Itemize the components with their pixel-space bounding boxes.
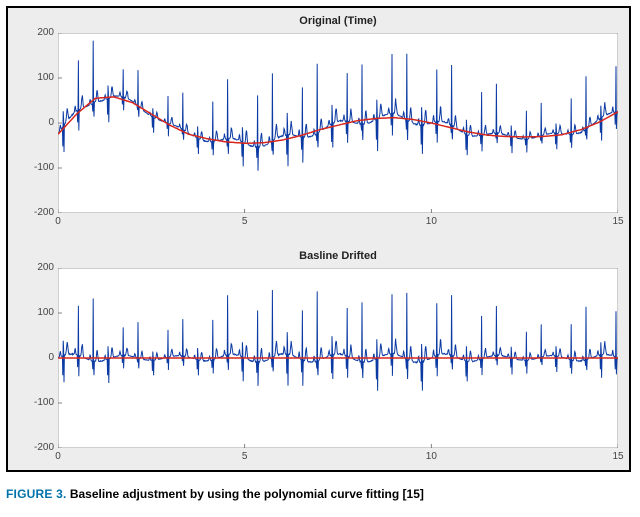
x-tick-label: 10 bbox=[416, 452, 446, 462]
y-tick-label: 200 bbox=[20, 28, 54, 38]
chart-title-bottom: Basline Drifted bbox=[58, 250, 618, 262]
x-tick-label: 0 bbox=[43, 217, 73, 227]
y-tick-label: -100 bbox=[20, 163, 54, 173]
chart-svg bbox=[58, 268, 618, 448]
figure-caption: FIGURE 3. Baseline adjustment by using t… bbox=[6, 486, 631, 503]
x-tick-label: 15 bbox=[603, 452, 633, 462]
chart-panel-original: Original (Time) -200-1000100200051015 bbox=[58, 33, 618, 213]
x-tick-label: 15 bbox=[603, 217, 633, 227]
y-tick-label: 0 bbox=[20, 118, 54, 128]
caption-lead: FIGURE 3. bbox=[6, 487, 66, 501]
x-tick-label: 5 bbox=[230, 217, 260, 227]
y-tick-label: -100 bbox=[20, 398, 54, 408]
chart-svg bbox=[58, 33, 618, 213]
figure-frame: Original (Time) -200-1000100200051015 Ba… bbox=[6, 6, 631, 472]
chart-title-top: Original (Time) bbox=[58, 15, 618, 27]
x-tick-label: 5 bbox=[230, 452, 260, 462]
caption-text: Baseline adjustment by using the polynom… bbox=[70, 487, 424, 501]
y-tick-label: 0 bbox=[20, 353, 54, 363]
y-tick-label: 200 bbox=[20, 263, 54, 273]
y-tick-label: 100 bbox=[20, 308, 54, 318]
chart-panel-baseline-drifted: Basline Drifted -200-1000100200051015 bbox=[58, 268, 618, 448]
x-tick-label: 10 bbox=[416, 217, 446, 227]
x-tick-label: 0 bbox=[43, 452, 73, 462]
y-tick-label: 100 bbox=[20, 73, 54, 83]
